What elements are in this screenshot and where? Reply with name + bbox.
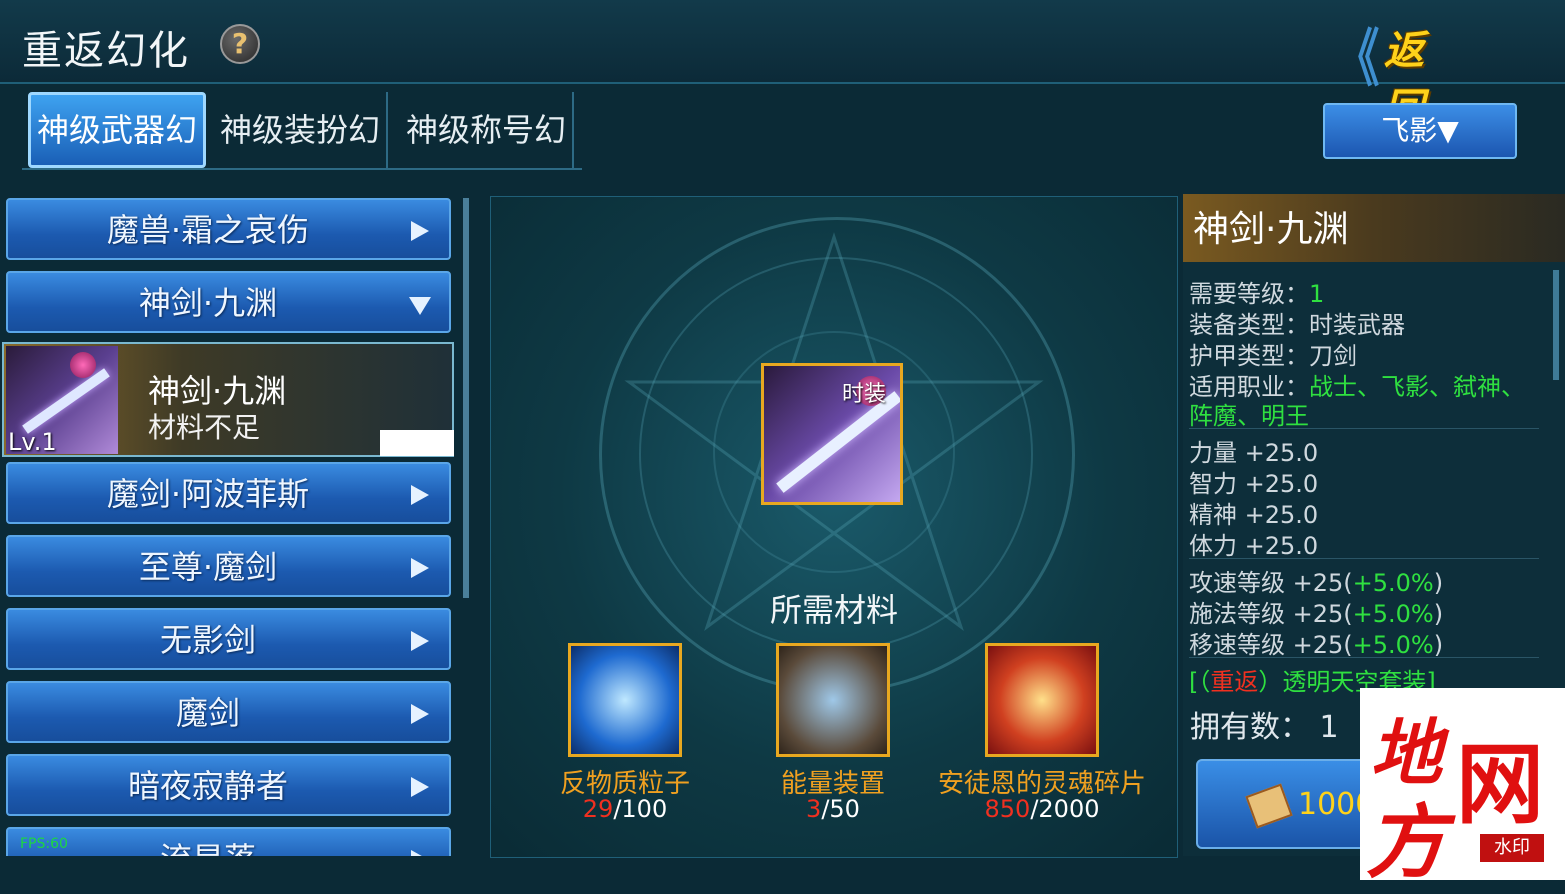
material-need: /2000 <box>1030 795 1100 823</box>
speed-stat-close: ) <box>1433 569 1444 597</box>
speed-stat-label: 攻速等级 +25( <box>1189 569 1353 597</box>
list-item-label: 神剑·九渊 <box>138 284 278 322</box>
speed-stat-label: 施法等级 +25( <box>1189 600 1353 628</box>
stat-row: 体力 +25.0 <box>1189 532 1319 560</box>
equip-type-row: 装备类型：时装武器 <box>1189 305 1405 340</box>
tab-divider <box>22 168 582 170</box>
speed-stat-row: 移速等级 +25(+5.0%) <box>1189 625 1443 660</box>
material-have: 850 <box>984 795 1031 823</box>
list-item[interactable]: 神剑·九渊 <box>6 271 451 333</box>
list-item[interactable]: 魔剑 <box>6 681 451 743</box>
tab-bar: 神级武器幻 神级装扮幻 神级称号幻 <box>22 92 582 172</box>
stat-row: 精神 +25.0 <box>1189 501 1319 529</box>
antimatter-particle-icon[interactable] <box>568 643 682 757</box>
speed-stat-pct: +5.0% <box>1352 569 1434 597</box>
speed-stat-row: 施法等级 +25(+5.0%) <box>1189 594 1443 629</box>
divider <box>1189 558 1539 559</box>
stat-row: 力量 +25.0 <box>1189 439 1319 467</box>
scroll-icon <box>1245 783 1293 829</box>
jobs-value: 战士、飞影、弑神、 <box>1309 373 1525 401</box>
list-item[interactable]: 魔兽·霜之哀伤 <box>6 198 451 260</box>
req-level-value: 1 <box>1309 280 1325 308</box>
preview-panel: 时装 所需材料 反物质粒子 能量装置 安徒恩的灵魂碎片 29/100 3/50 … <box>490 196 1178 858</box>
arrow-right-icon <box>411 485 429 505</box>
list-item-label: 魔兽·霜之哀伤 <box>106 211 310 249</box>
speed-stat-row: 攻速等级 +25(+5.0%) <box>1189 563 1443 598</box>
armor-type-label: 护甲类型： <box>1189 342 1309 370</box>
materials-title: 所需材料 <box>769 591 898 629</box>
back-chevron-icon: 《 <box>1336 22 1379 95</box>
speed-stat-close: ) <box>1433 631 1444 659</box>
stat-row: 智力 +25.0 <box>1189 470 1319 498</box>
speed-stat-label: 移速等级 +25( <box>1189 631 1353 659</box>
weapon-preview[interactable]: 时装 <box>761 363 903 505</box>
list-item-label: 暗夜寂静者 <box>127 767 288 805</box>
dropdown-arrow-icon: ▼ <box>1437 114 1459 147</box>
tab-title[interactable]: 神级称号幻 <box>400 92 574 168</box>
blank-patch <box>380 430 454 456</box>
list-item-label: 无影剑 <box>159 621 256 659</box>
material-have: 3 <box>806 795 822 823</box>
tab-costume[interactable]: 神级装扮幻 <box>214 92 388 168</box>
material-count: 850/2000 <box>927 795 1157 823</box>
divider <box>1189 428 1539 429</box>
watermark-badge: 水印 <box>1478 832 1546 864</box>
material-have: 29 <box>582 795 614 823</box>
watermark-char: 方 <box>1366 796 1446 889</box>
job-dropdown-value: 飞影 <box>1381 114 1438 147</box>
arrow-right-icon <box>411 558 429 578</box>
material-need: /100 <box>613 795 668 823</box>
req-level-label: 需要等级： <box>1189 280 1309 308</box>
material-count: 29/100 <box>510 795 740 823</box>
weapon-list: 魔兽·霜之哀伤 神剑·九渊 魔剑·阿波菲斯 至尊·魔剑 无影剑 魔剑 暗夜寂静者… <box>0 190 470 856</box>
list-item-label: 魔剑 <box>175 694 240 732</box>
set-tag: 重返 <box>1210 668 1259 696</box>
list-item[interactable]: 至尊·魔剑 <box>6 535 451 597</box>
soul-fragment-icon[interactable] <box>985 643 1099 757</box>
list-item[interactable]: 无影剑 <box>6 608 451 670</box>
costume-tag: 时装 <box>842 382 887 407</box>
watermark-char: 网 <box>1456 733 1545 836</box>
owned-count: 拥有数： 1 <box>1190 710 1339 745</box>
arrow-right-icon <box>411 221 429 241</box>
equip-type-value: 时装武器 <box>1309 311 1405 339</box>
jobs-value-2: 阵魔、明王 <box>1189 402 1309 430</box>
req-level-row: 需要等级：1 <box>1189 274 1324 309</box>
list-item-label: 流星落 <box>8 829 408 856</box>
level-label: Lv.1 <box>8 428 57 456</box>
tab-weapon[interactable]: 神级武器幻 <box>28 92 206 168</box>
fps-counter: FPS:60 <box>20 836 68 852</box>
details-scrollbar[interactable] <box>1553 270 1559 380</box>
watermark-logo: 地 网 方 水印 <box>1360 688 1565 889</box>
set-open: [（ <box>1189 668 1211 696</box>
armor-type-row: 护甲类型：刀剑 <box>1189 336 1357 371</box>
help-icon[interactable]: ? <box>220 24 260 64</box>
arrow-right-icon <box>411 777 429 797</box>
list-item[interactable]: 流星落 <box>6 827 451 856</box>
list-item[interactable]: 暗夜寂静者 <box>6 754 451 816</box>
speed-stat-pct: +5.0% <box>1352 631 1434 659</box>
list-item-label: 至尊·魔剑 <box>138 548 278 586</box>
arrow-down-icon <box>409 297 431 315</box>
equip-type-label: 装备类型： <box>1189 311 1309 339</box>
arrow-right-icon <box>411 850 429 856</box>
arrow-right-icon <box>411 704 429 724</box>
detail-title: 神剑·九渊 <box>1183 194 1565 262</box>
entry-status: 材料不足 <box>148 411 261 444</box>
arrow-right-icon <box>411 631 429 651</box>
list-item-label: 魔剑·阿波菲斯 <box>106 475 310 513</box>
divider <box>1189 657 1539 658</box>
job-dropdown[interactable]: 飞影▼ <box>1323 103 1517 159</box>
speed-stat-close: ) <box>1433 600 1444 628</box>
armor-type-value: 刀剑 <box>1309 342 1357 370</box>
jobs-row-2: 阵魔、明王 <box>1189 396 1309 431</box>
material-count: 3/50 <box>718 795 948 823</box>
list-item[interactable]: 魔剑·阿波菲斯 <box>6 462 451 524</box>
speed-stat-pct: +5.0% <box>1352 600 1434 628</box>
energy-device-icon[interactable] <box>776 643 890 757</box>
list-scrollbar[interactable] <box>463 198 469 598</box>
back-button[interactable]: 《 返回 <box>1336 6 1448 132</box>
page-title: 重返幻化 <box>22 28 190 74</box>
material-need: /50 <box>821 795 860 823</box>
